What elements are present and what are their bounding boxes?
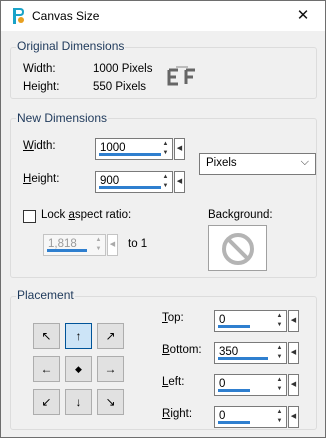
units-select[interactable]: Pixels ⌵ (199, 153, 316, 175)
left-spinner[interactable]: ▲ ▼ (274, 376, 285, 394)
canvas-size-dialog: Canvas Size ✕ Original Dimensions Width:… (0, 0, 326, 438)
new-height-input[interactable]: 900 ▲ ▼ (95, 171, 173, 193)
menu-arrow-icon: ◀ (290, 317, 297, 324)
new-height-slider-bar[interactable] (99, 186, 161, 189)
bottom-label: Bottom: (162, 344, 202, 356)
spin-up-icon[interactable]: ▲ (93, 236, 104, 245)
place-middle-right-button[interactable]: → (97, 356, 124, 382)
original-dimensions-title: Original Dimensions (16, 39, 126, 53)
spin-down-icon[interactable]: ▼ (160, 182, 171, 191)
new-width-label: Width: (23, 140, 56, 152)
menu-arrow-icon: ◀ (176, 178, 183, 185)
aspect-ratio-slider-bar[interactable] (47, 249, 87, 252)
chevron-down-icon: ⌵ (300, 156, 309, 168)
spin-down-icon[interactable]: ▼ (274, 321, 285, 330)
window-title: Canvas Size (32, 9, 100, 23)
original-height-value: 550 Pixels (93, 81, 147, 93)
arrow-up-right-icon: ↗ (105, 329, 116, 343)
spin-down-icon[interactable]: ▼ (274, 417, 285, 426)
original-height-label: Height: (23, 81, 60, 93)
top-label: Top: (162, 312, 184, 324)
spin-down-icon[interactable]: ▼ (160, 149, 171, 158)
menu-arrow-icon: ◀ (109, 241, 116, 248)
spin-up-icon[interactable]: ▲ (274, 344, 285, 353)
dimensions-chain-icon (167, 66, 195, 86)
center-diamond-icon: ◆ (75, 364, 82, 374)
right-slider-bar[interactable] (218, 421, 250, 424)
place-top-center-button[interactable]: ↑ (65, 323, 92, 349)
place-bottom-right-button[interactable]: ↘ (97, 389, 124, 415)
background-label: Background: (208, 209, 273, 221)
right-input[interactable]: 0 ▲ ▼ (214, 406, 287, 428)
bottom-spinner[interactable]: ▲ ▼ (274, 344, 285, 362)
arrow-up-left-icon: ↖ (41, 329, 52, 343)
place-top-right-button[interactable]: ↗ (97, 323, 124, 349)
spin-up-icon[interactable]: ▲ (274, 312, 285, 321)
place-bottom-left-button[interactable]: ↙ (33, 389, 60, 415)
spin-up-icon[interactable]: ▲ (274, 376, 285, 385)
new-width-slider-bar[interactable] (99, 153, 161, 156)
left-menu-button[interactable]: ◀ (288, 374, 299, 396)
arrow-down-icon: ↓ (75, 395, 82, 409)
top-slider-bar[interactable] (218, 325, 250, 328)
bottom-input[interactable]: 350 ▲ ▼ (214, 342, 287, 364)
new-height-menu-button[interactable]: ◀ (174, 171, 185, 193)
new-height-spinner[interactable]: ▲ ▼ (160, 173, 171, 191)
background-color-swatch[interactable] (208, 225, 267, 271)
arrow-left-icon: ← (40, 362, 53, 376)
aspect-ratio-input[interactable]: 1,818 ▲ ▼ (43, 234, 106, 256)
bottom-slider-bar[interactable] (218, 357, 268, 360)
top-spinner[interactable]: ▲ ▼ (274, 312, 285, 330)
new-height-label: Height: (23, 173, 60, 185)
arrow-down-right-icon: ↘ (105, 395, 116, 409)
bottom-menu-button[interactable]: ◀ (288, 342, 299, 364)
arrow-right-icon: → (104, 362, 117, 376)
close-icon: ✕ (296, 7, 310, 24)
lock-aspect-ratio-label[interactable]: Lock aspect ratio: (41, 209, 131, 221)
menu-arrow-icon: ◀ (290, 381, 297, 388)
menu-arrow-icon: ◀ (290, 413, 297, 420)
spin-down-icon[interactable]: ▼ (274, 385, 285, 394)
title-bar: Canvas Size ✕ (1, 1, 325, 31)
right-spinner[interactable]: ▲ ▼ (274, 408, 285, 426)
lock-aspect-ratio-checkbox[interactable] (23, 210, 36, 223)
menu-arrow-icon: ◀ (290, 349, 297, 356)
aspect-ratio-spinner[interactable]: ▲ ▼ (93, 236, 104, 254)
original-width-label: Width: (23, 63, 56, 75)
new-width-input[interactable]: 1000 ▲ ▼ (95, 138, 173, 160)
top-input[interactable]: 0 ▲ ▼ (214, 310, 287, 332)
left-input[interactable]: 0 ▲ ▼ (214, 374, 287, 396)
right-label: Right: (162, 408, 193, 420)
aspect-ratio-suffix: to 1 (128, 238, 148, 250)
paintshop-app-icon (13, 8, 24, 24)
arrow-up-icon: ↑ (75, 329, 82, 343)
place-middle-left-button[interactable]: ← (33, 356, 60, 382)
place-bottom-center-button[interactable]: ↓ (65, 389, 92, 415)
spin-down-icon[interactable]: ▼ (274, 353, 285, 362)
units-value: Pixels (206, 157, 237, 169)
new-width-spinner[interactable]: ▲ ▼ (160, 140, 171, 158)
place-top-left-button[interactable]: ↖ (33, 323, 60, 349)
spin-up-icon[interactable]: ▲ (274, 408, 285, 417)
right-menu-button[interactable]: ◀ (288, 406, 299, 428)
spin-down-icon[interactable]: ▼ (93, 245, 104, 254)
top-menu-button[interactable]: ◀ (288, 310, 299, 332)
spin-up-icon[interactable]: ▲ (160, 173, 171, 182)
new-dimensions-title: New Dimensions (16, 111, 109, 125)
menu-arrow-icon: ◀ (176, 145, 183, 152)
left-slider-bar[interactable] (218, 389, 250, 392)
close-button[interactable]: ✕ (281, 1, 325, 31)
placement-title: Placement (16, 288, 75, 302)
spin-up-icon[interactable]: ▲ (160, 140, 171, 149)
arrow-down-left-icon: ↙ (41, 395, 52, 409)
original-width-value: 1000 Pixels (93, 63, 153, 75)
new-width-menu-button[interactable]: ◀ (174, 138, 185, 160)
aspect-ratio-menu-button[interactable]: ◀ (107, 234, 118, 256)
left-label: Left: (162, 376, 185, 388)
place-center-button[interactable]: ◆ (65, 356, 92, 382)
no-color-icon (222, 233, 254, 265)
